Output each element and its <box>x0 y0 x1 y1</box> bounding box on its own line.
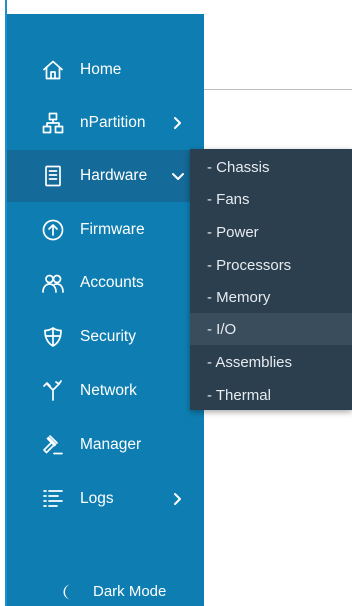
submenu-item-label: - Processors <box>207 256 292 274</box>
chevron-right-icon <box>170 116 184 130</box>
submenu-item-label: - Thermal <box>207 386 271 404</box>
sidebar-item-label: nPartition <box>80 114 146 131</box>
gavel-icon <box>41 433 65 457</box>
moon-icon <box>61 583 75 601</box>
submenu-item-chassis[interactable]: - Chassis <box>190 151 352 183</box>
submenu-item-label: - Power <box>207 223 259 241</box>
submenu-item-power[interactable]: - Power <box>190 216 352 248</box>
submenu-item-processors[interactable]: - Processors <box>190 249 352 281</box>
shield-icon <box>41 325 65 349</box>
submenu-item-label: - Chassis <box>207 158 270 176</box>
submenu-item-memory[interactable]: - Memory <box>190 281 352 313</box>
sidebar-item-network[interactable]: Network <box>7 365 204 417</box>
sidebar-item-hardware[interactable]: Hardware <box>7 150 204 202</box>
sidebar-item-npartition[interactable]: nPartition <box>7 97 204 149</box>
sidebar-item-label: Accounts <box>80 274 144 291</box>
network-icon <box>41 379 65 403</box>
sidebar-item-security[interactable]: Security <box>7 311 204 363</box>
dark-mode-label: Dark Mode <box>93 583 167 600</box>
sidebar-item-firmware[interactable]: Firmware <box>7 204 204 256</box>
sidebar-item-label: Home <box>80 61 122 78</box>
upload-circle-icon <box>41 218 65 242</box>
submenu-item-label: - Memory <box>207 288 271 306</box>
chevron-right-icon <box>170 492 184 506</box>
dark-mode-toggle[interactable]: Dark Mode <box>7 578 204 606</box>
sitemap-icon <box>41 111 65 135</box>
home-icon <box>41 58 65 82</box>
sidebar-item-home[interactable]: Home <box>7 44 204 96</box>
sidebar-item-label: Logs <box>80 490 114 507</box>
sidebar-item-label: Firmware <box>80 221 145 238</box>
sidebar-item-label: Hardware <box>80 167 148 184</box>
submenu-item-fans[interactable]: - Fans <box>190 183 352 215</box>
chevron-down-icon <box>171 169 185 183</box>
sidebar-item-manager[interactable]: Manager <box>7 419 204 471</box>
sidebar-edge-highlight <box>0 0 5 606</box>
server-icon <box>41 164 65 188</box>
sidebar-item-label: Network <box>80 382 137 399</box>
submenu-item-label: - Assemblies <box>207 353 293 371</box>
sidebar-item-label: Manager <box>80 436 142 453</box>
submenu-item-label: - I/O <box>207 320 237 338</box>
sidebar-item-accounts[interactable]: Accounts <box>7 257 204 309</box>
users-icon <box>41 271 65 295</box>
sidebar-item-label: Security <box>80 328 136 345</box>
submenu-item-io[interactable]: - I/O <box>190 313 352 345</box>
submenu-item-assemblies[interactable]: - Assemblies <box>190 346 352 378</box>
sidebar-item-logs[interactable]: Logs <box>7 473 204 525</box>
content-divider <box>204 89 352 90</box>
submenu-item-thermal[interactable]: - Thermal <box>190 379 352 411</box>
submenu-item-label: - Fans <box>207 190 250 208</box>
list-icon <box>41 487 65 511</box>
